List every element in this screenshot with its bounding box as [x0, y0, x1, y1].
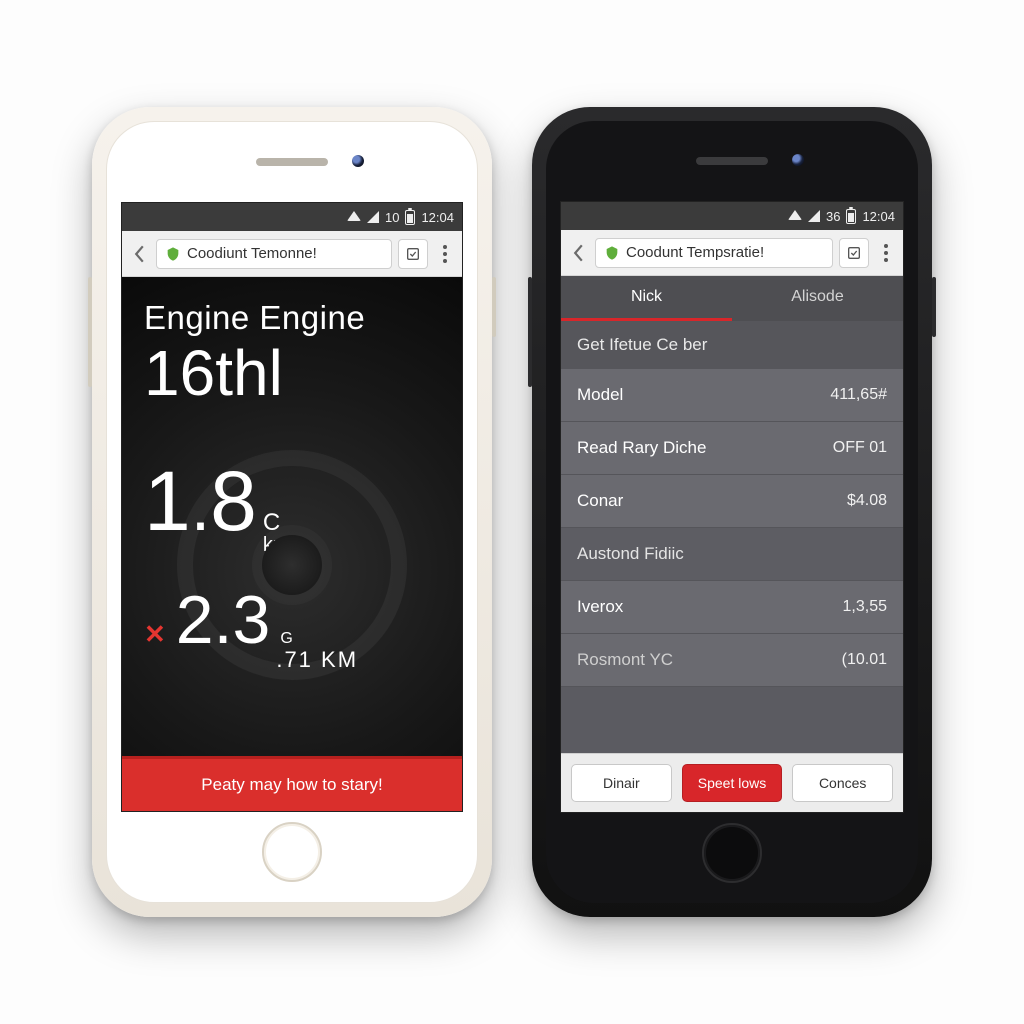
item-label: Iverox	[577, 597, 623, 617]
item-label: Conar	[577, 491, 623, 511]
steering-wheel-bg	[177, 450, 407, 680]
primary-cta-button[interactable]: Peaty may how to stary!	[122, 756, 462, 811]
volume-buttons[interactable]	[88, 277, 92, 387]
address-text: Coodunt Tempsratie!	[626, 244, 764, 261]
phone-white: 10 12:04 Coodiunt Temonne!	[92, 107, 492, 917]
bookmark-button[interactable]	[398, 239, 428, 269]
home-button[interactable]	[702, 823, 762, 883]
front-camera	[352, 155, 364, 167]
list-item[interactable]: Read Rary Diche OFF 01	[561, 422, 903, 475]
item-value: $4.08	[847, 492, 887, 510]
battery-percent: 10	[385, 210, 399, 225]
browser-chrome: Coodiunt Temonne!	[122, 231, 462, 277]
clock: 12:04	[862, 209, 895, 224]
signal-icon	[808, 210, 820, 222]
tab-alisode[interactable]: Alisode	[732, 276, 903, 321]
browser-chrome: Coodunt Tempsratie!	[561, 230, 903, 276]
list-item[interactable]: Rosmont YC (10.01	[561, 634, 903, 687]
bookmark-button[interactable]	[839, 238, 869, 268]
section-header-1: Get Ifetue Ce ber	[561, 321, 903, 369]
battery-icon	[405, 210, 415, 225]
item-value: (10.01	[842, 651, 887, 669]
section-header-2: Austond Fidiic	[561, 528, 903, 581]
list-item[interactable]: Conar $4.08	[561, 475, 903, 528]
wifi-icon	[347, 211, 361, 221]
phone-black: 36 12:04 Coodunt Tempsratie!	[532, 107, 932, 917]
signal-icon	[367, 211, 379, 223]
metric-1-value: 16	[144, 341, 215, 405]
item-label: Model	[577, 385, 623, 405]
speet-lows-button[interactable]: Speet lows	[682, 764, 783, 802]
wifi-icon	[788, 210, 802, 220]
address-bar[interactable]: Coodunt Tempsratie!	[595, 238, 833, 268]
metric-1-unit: thl	[215, 341, 283, 405]
tab-bar: Nick Alisode	[561, 276, 903, 321]
settings-list[interactable]: Get Ifetue Ce ber Model 411,65# Read Rar…	[561, 321, 903, 753]
power-button[interactable]	[932, 277, 936, 337]
battery-icon	[846, 209, 856, 224]
site-lock-icon	[604, 245, 620, 261]
address-text: Coodiunt Temonne!	[187, 245, 317, 262]
overflow-menu-button[interactable]	[875, 238, 897, 268]
item-label: Rosmont YC	[577, 650, 673, 670]
back-button[interactable]	[128, 239, 150, 269]
address-bar[interactable]: Coodiunt Temonne!	[156, 239, 392, 269]
back-button[interactable]	[567, 238, 589, 268]
item-value: 1,3,55	[843, 598, 887, 616]
earpiece	[256, 158, 328, 166]
item-value: 411,65#	[830, 386, 887, 404]
status-bar: 10 12:04	[122, 203, 462, 231]
power-button[interactable]	[492, 277, 496, 337]
site-lock-icon	[165, 246, 181, 262]
item-value: OFF 01	[833, 439, 887, 457]
item-label: Read Rary Diche	[577, 438, 706, 458]
dashboard-view: Engine Engine 16 thl 1 . 8 C km	[122, 277, 462, 811]
screen-left: 10 12:04 Coodiunt Temonne!	[121, 202, 463, 812]
volume-buttons[interactable]	[528, 277, 532, 387]
dinair-button[interactable]: Dinair	[571, 764, 672, 802]
earpiece	[696, 157, 768, 165]
list-item[interactable]: Model 411,65#	[561, 369, 903, 422]
alert-x-icon: ✕	[144, 619, 166, 650]
screen-right: 36 12:04 Coodunt Tempsratie!	[560, 201, 904, 813]
section-label: Austond Fidiic	[577, 544, 684, 564]
conces-button[interactable]: Conces	[792, 764, 893, 802]
overflow-menu-button[interactable]	[434, 239, 456, 269]
battery-percent: 36	[826, 209, 840, 224]
list-item[interactable]: Iverox 1,3,55	[561, 581, 903, 634]
list-view: Nick Alisode Get Ifetue Ce ber Model 411…	[561, 276, 903, 812]
bottom-action-bar: Dinair Speet lows Conces	[561, 753, 903, 812]
clock: 12:04	[421, 210, 454, 225]
dashboard-title: Engine Engine	[144, 299, 440, 337]
home-button[interactable]	[262, 822, 322, 882]
front-camera	[792, 154, 804, 166]
tab-nick[interactable]: Nick	[561, 276, 732, 321]
status-bar: 36 12:04	[561, 202, 903, 230]
